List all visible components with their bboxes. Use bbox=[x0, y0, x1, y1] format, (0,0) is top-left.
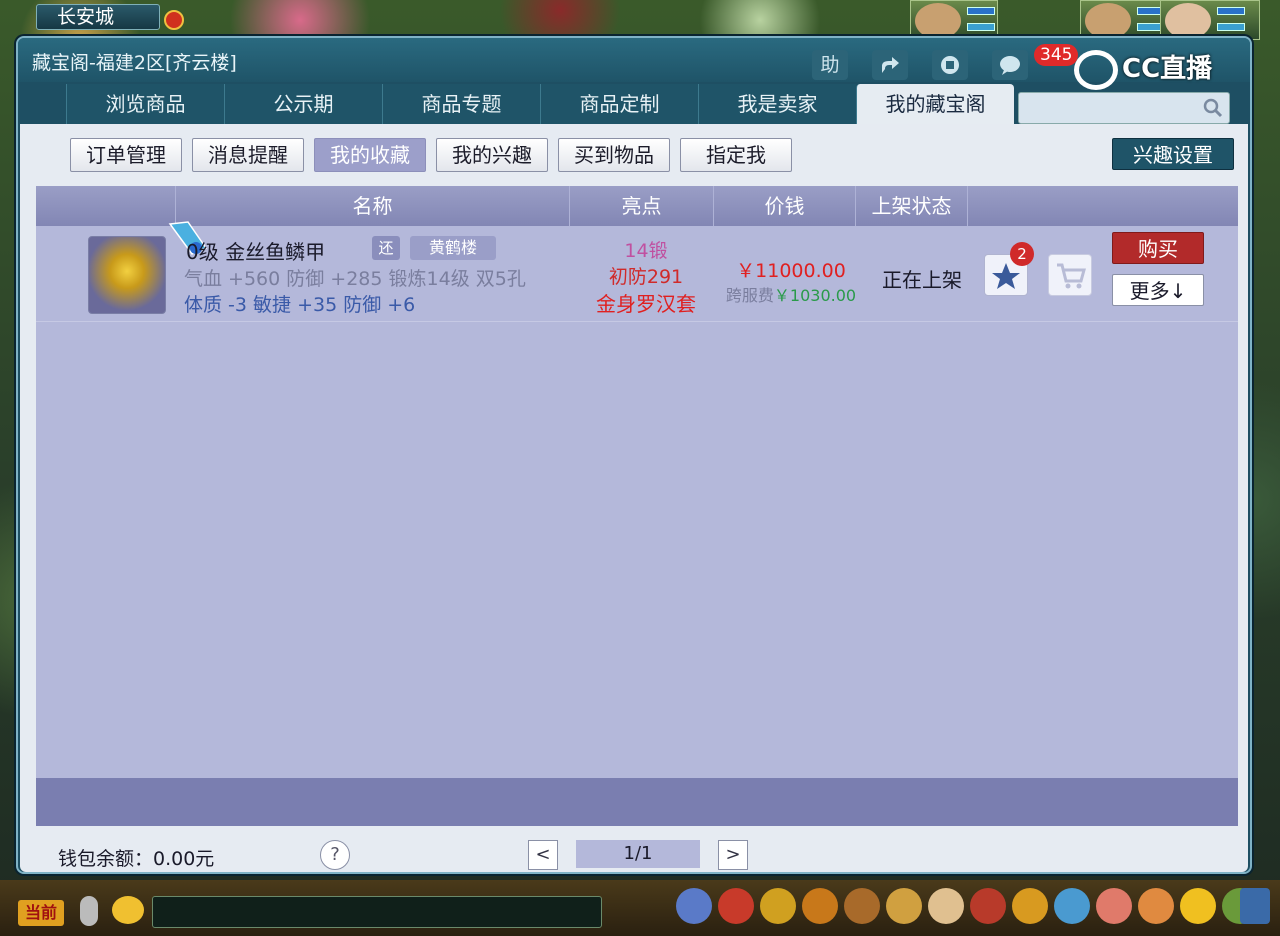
party-member-portrait[interactable] bbox=[910, 0, 998, 40]
help-button[interactable]: 助 bbox=[812, 50, 848, 80]
cart-icon bbox=[1057, 263, 1086, 289]
item-attributes-line1: 气血 +560 防御 +285 锻炼14级 双5孔 bbox=[184, 268, 526, 290]
cart-button[interactable] bbox=[1048, 254, 1092, 296]
table-row[interactable]: 0级 金丝鱼鳞甲 还 黄鹤楼 气血 +560 防御 +285 锻炼14级 双5孔… bbox=[36, 221, 1238, 322]
subtab-interests[interactable]: 我的兴趣 bbox=[436, 138, 548, 172]
buy-button[interactable]: 购买 bbox=[1112, 232, 1204, 264]
sword-icon[interactable] bbox=[676, 888, 712, 924]
current-channel-button[interactable]: 当前 bbox=[18, 900, 64, 926]
scroll-icon[interactable] bbox=[928, 888, 964, 924]
tab-custom[interactable]: 商品定制 bbox=[540, 84, 698, 124]
tab-topics[interactable]: 商品专题 bbox=[382, 84, 540, 124]
table-footer-bar bbox=[36, 778, 1238, 826]
subtab-purchased[interactable]: 买到物品 bbox=[558, 138, 670, 172]
handshake-icon[interactable] bbox=[1138, 888, 1174, 924]
tab-my-pavilion[interactable]: 我的藏宝阁 bbox=[856, 84, 1014, 124]
microphone-icon[interactable] bbox=[80, 896, 98, 926]
highlight-defense: 初防291 bbox=[608, 266, 684, 288]
item-attributes-line2: 体质 -3 敏捷 +35 防御 +6 bbox=[184, 294, 416, 316]
favorites-table: 名称 亮点 价钱 上架状态 0级 金丝鱼鳞甲 还 黄鹤楼 气血 +560 防御 … bbox=[36, 186, 1238, 826]
header-status: 上架状态 bbox=[856, 186, 968, 226]
message-count-badge: 345 bbox=[1034, 44, 1079, 66]
favorite-count-badge: 2 bbox=[1010, 242, 1034, 266]
server-tag: 黄鹤楼 bbox=[410, 236, 496, 260]
record-icon[interactable] bbox=[932, 50, 968, 80]
quest-icon[interactable] bbox=[886, 888, 922, 924]
page-indicator: 1/1 bbox=[576, 840, 700, 868]
prev-page-button[interactable]: < bbox=[528, 840, 558, 870]
fee-amount: ￥1030.00 bbox=[773, 286, 857, 305]
listing-status: 正在上架 bbox=[882, 268, 962, 292]
location-label: 长安城 bbox=[36, 4, 160, 30]
search-icon[interactable] bbox=[1203, 98, 1223, 118]
search-box bbox=[1018, 92, 1230, 124]
highlight-set: 金身罗汉套 bbox=[596, 292, 696, 316]
tab-seller[interactable]: 我是卖家 bbox=[698, 84, 856, 124]
bag-icon[interactable] bbox=[802, 888, 838, 924]
header-highlight: 亮点 bbox=[570, 186, 714, 226]
header-price: 价钱 bbox=[714, 186, 856, 226]
subtab-favorites[interactable]: 我的收藏 bbox=[314, 138, 426, 172]
game-bottom-bar: 当前 bbox=[0, 880, 1280, 936]
window-title: 藏宝阁-福建2区[齐云楼] bbox=[32, 52, 237, 74]
message-icon[interactable] bbox=[992, 50, 1028, 80]
next-page-button[interactable]: > bbox=[718, 840, 748, 870]
subtab-messages[interactable]: 消息提醒 bbox=[192, 138, 304, 172]
item-name[interactable]: 0级 金丝鱼鳞甲 bbox=[186, 236, 325, 265]
mail-icon[interactable] bbox=[1054, 888, 1090, 924]
header-name: 名称 bbox=[176, 186, 570, 226]
item-price: ￥11000.00 bbox=[736, 260, 846, 282]
armor-item-icon[interactable] bbox=[88, 236, 166, 314]
skill-icon[interactable] bbox=[760, 888, 796, 924]
wallet-balance: 钱包余额：0.00元 bbox=[58, 848, 215, 870]
computer-icon[interactable] bbox=[1240, 888, 1270, 924]
subtab-orders[interactable]: 订单管理 bbox=[70, 138, 182, 172]
treasure-pavilion-window: 藏宝阁-福建2区[齐云楼] 助 345 CC直播 浏览商品 公示期 商品专题 商… bbox=[16, 36, 1252, 874]
more-button[interactable]: 更多↓ bbox=[1112, 274, 1204, 306]
tab-public[interactable]: 公示期 bbox=[224, 84, 382, 124]
table-header: 名称 亮点 价钱 上架状态 bbox=[36, 186, 1238, 226]
fee-label: 跨服费 bbox=[725, 286, 774, 305]
search-input[interactable] bbox=[1019, 93, 1199, 123]
content-panel: 订单管理 消息提醒 我的收藏 我的兴趣 买到物品 指定我 兴趣设置 名称 亮点 … bbox=[20, 124, 1248, 872]
cross-server-fee: 跨服费￥1030.00 bbox=[716, 282, 866, 306]
lantern-icon bbox=[164, 10, 184, 30]
share-icon[interactable] bbox=[872, 50, 908, 80]
chat-input[interactable] bbox=[152, 896, 602, 928]
return-tag: 还 bbox=[372, 236, 400, 260]
lantern-menu-icon[interactable] bbox=[970, 888, 1006, 924]
party-member-portrait[interactable] bbox=[1080, 0, 1168, 40]
peach-icon[interactable] bbox=[1096, 888, 1132, 924]
highlight-forge: 14锻 bbox=[624, 240, 668, 262]
window-titlebar: 藏宝阁-福建2区[齐云楼] 助 345 CC直播 bbox=[18, 38, 1250, 90]
pet-icon[interactable] bbox=[844, 888, 880, 924]
help-question-button[interactable]: ? bbox=[320, 840, 350, 870]
subtab-designated[interactable]: 指定我 bbox=[680, 138, 792, 172]
bell-icon[interactable] bbox=[1012, 888, 1048, 924]
tab-browse[interactable]: 浏览商品 bbox=[66, 84, 224, 124]
cc-live-watermark: CC直播 bbox=[1074, 48, 1212, 90]
smiley-icon[interactable] bbox=[1180, 888, 1216, 924]
chest-icon[interactable] bbox=[718, 888, 754, 924]
chat-bubble-icon[interactable] bbox=[112, 896, 144, 924]
party-member-portrait[interactable] bbox=[1160, 0, 1260, 40]
interest-settings-button[interactable]: 兴趣设置 bbox=[1112, 138, 1234, 170]
